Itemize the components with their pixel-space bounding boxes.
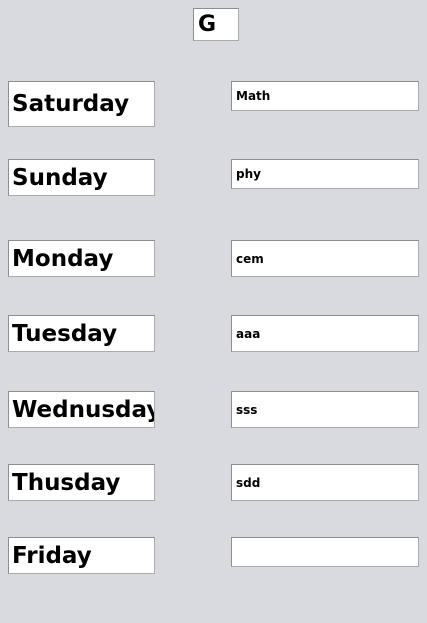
subject-field-tuesday[interactable]: aaa: [231, 315, 419, 352]
subject-field-friday[interactable]: [231, 537, 419, 567]
header-letter-field[interactable]: G: [193, 8, 239, 41]
day-label-friday: Friday: [8, 537, 155, 574]
subject-field-sunday[interactable]: phy: [231, 159, 419, 189]
day-label-wednusday: Wednusday: [8, 391, 155, 428]
day-label-sunday: Sunday: [8, 159, 155, 196]
day-label-tuesday: Tuesday: [8, 315, 155, 352]
day-label-thusday: Thusday: [8, 464, 155, 501]
subject-field-saturday[interactable]: Math: [231, 81, 419, 111]
subject-field-wednusday[interactable]: sss: [231, 391, 419, 428]
subject-field-thusday[interactable]: sdd: [231, 464, 419, 501]
day-label-monday: Monday: [8, 240, 155, 277]
subject-field-monday[interactable]: cem: [231, 240, 419, 277]
day-label-saturday: Saturday: [8, 81, 155, 127]
